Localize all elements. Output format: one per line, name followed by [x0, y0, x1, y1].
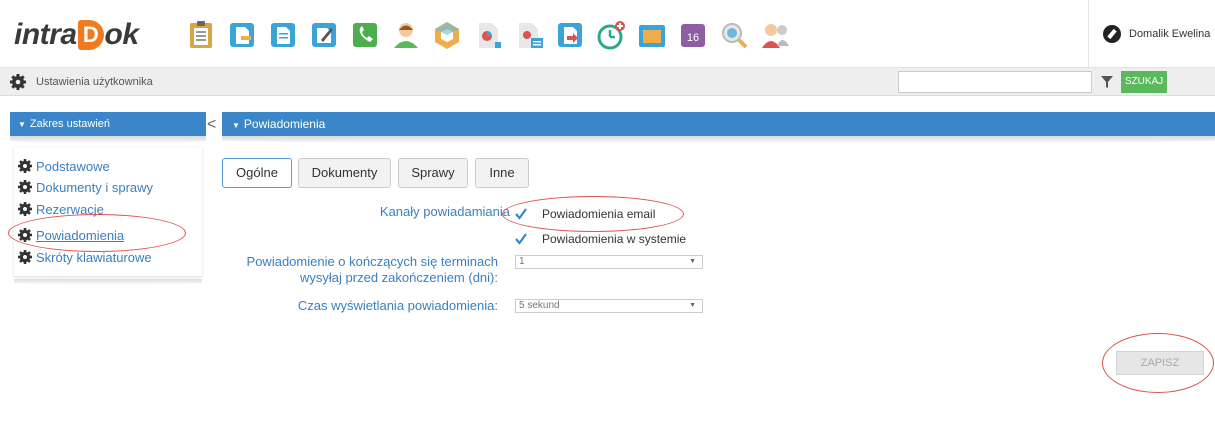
tab-dokumenty[interactable]: Dokumenty [298, 158, 391, 188]
settings-scope-header[interactable]: ▼ Zakres ustawień [10, 112, 206, 136]
app-toolbar: 16 [186, 20, 801, 52]
intradok-logo[interactable]: intra Dok [14, 17, 139, 53]
checkmark-icon [515, 233, 527, 245]
display-time-label: Czas wyświetlania powiadomienia: [297, 298, 498, 313]
calendar-icon[interactable]: 16 [678, 20, 708, 50]
deadline-days-select[interactable]: 1 ▼ [515, 255, 703, 269]
document-stack-icon[interactable] [514, 20, 544, 50]
caret-down-icon: ▼ [689, 302, 696, 309]
user-menu[interactable]: Domalik Ewelina [1088, 0, 1215, 68]
search-globe-icon[interactable] [719, 20, 749, 50]
gear-icon [18, 250, 32, 264]
document-arrow-icon[interactable] [555, 20, 585, 50]
document-icon[interactable] [268, 20, 298, 50]
cube-icon[interactable] [432, 20, 462, 50]
gear-icon [10, 74, 26, 90]
search-input[interactable] [898, 71, 1092, 93]
document-chart-icon[interactable] [473, 20, 503, 50]
phone-icon[interactable] [350, 20, 380, 50]
settings-bar: Ustawienia użytkownika SZUKAJ [0, 68, 1215, 96]
annotation-ellipse [1102, 333, 1214, 393]
top-bar: intra Dok 16 Domalik Ewelina [0, 0, 1215, 68]
tab-ogolne[interactable]: Ogólne [222, 158, 292, 188]
search-button[interactable]: SZUKAJ [1121, 71, 1167, 93]
contact-icon[interactable] [391, 20, 421, 50]
menu-shadow [14, 279, 202, 285]
user-name: Domalik Ewelina [1129, 28, 1211, 40]
chevron-down-icon: ▼ [232, 121, 240, 130]
filter-icon[interactable] [1101, 76, 1113, 88]
annotation-ellipse [502, 196, 684, 232]
deadline-label-line1: Powiadomienie o kończących się terminach [246, 254, 498, 269]
document-edit-icon[interactable] [227, 20, 257, 50]
gear-icon [18, 180, 32, 194]
key-icon [1103, 25, 1121, 43]
display-time-select[interactable]: 5 sekund ▼ [515, 299, 703, 313]
annotation-ellipse [8, 214, 186, 252]
gear-icon [18, 159, 32, 173]
menu-item-dokumenty-i-sprawy[interactable]: Dokumenty i sprawy [18, 178, 153, 196]
page-title: Ustawienia użytkownika [36, 76, 153, 88]
svg-text:16: 16 [687, 32, 699, 44]
notifications-header[interactable]: ▼ Powiadomienia [222, 112, 1215, 136]
clock-add-icon[interactable] [596, 20, 626, 50]
collapse-panel-button[interactable]: < [207, 116, 216, 134]
tab-sprawy[interactable]: Sprawy [398, 158, 468, 188]
header-shadow [222, 136, 1215, 144]
clipboard-icon[interactable] [186, 20, 216, 50]
users-icon[interactable] [760, 20, 790, 50]
gear-icon [18, 202, 32, 216]
menu-item-podstawowe[interactable]: Podstawowe [18, 157, 110, 175]
deadline-label-line2: wysyłaj przed zakończeniem (dni): [300, 270, 498, 285]
pen-icon[interactable] [309, 20, 339, 50]
chevron-down-icon: ▼ [18, 120, 26, 129]
caret-down-icon: ▼ [689, 258, 696, 265]
tab-inne[interactable]: Inne [475, 158, 529, 188]
system-notifications-checkbox[interactable]: Powiadomienia w systemie [514, 230, 686, 248]
panel-shadow [10, 136, 206, 144]
channels-label: Kanały powiadamiania [379, 204, 510, 219]
folder-icon[interactable] [637, 20, 667, 50]
